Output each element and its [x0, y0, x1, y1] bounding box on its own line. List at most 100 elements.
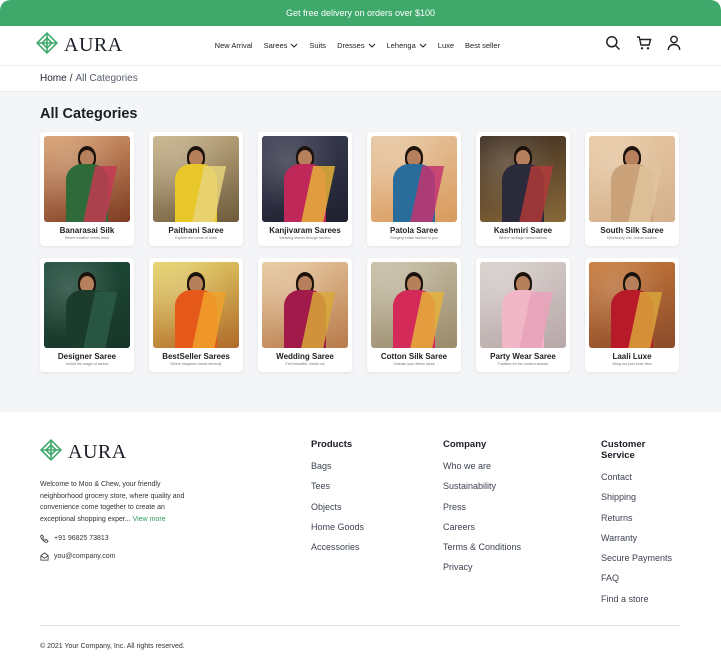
- footer-link[interactable]: Find a store: [601, 593, 681, 613]
- category-card[interactable]: Cotton Silk Saree Unleash your ethnic all…: [367, 258, 461, 372]
- nav-label: Suits: [309, 41, 327, 50]
- email-text: you@company.com: [54, 553, 116, 560]
- category-image: [589, 262, 675, 348]
- category-name: Paithani Saree: [168, 226, 224, 235]
- category-name: Laali Luxe: [612, 352, 652, 361]
- footer-brand-logo[interactable]: AURA: [39, 438, 190, 466]
- breadcrumb-separator: /: [69, 73, 73, 84]
- logo-icon: [39, 438, 63, 466]
- footer-link[interactable]: Secure Payments: [601, 552, 681, 572]
- category-tagline: Bring out your inner diva: [612, 362, 652, 366]
- nav-item-suits[interactable]: Suits: [309, 41, 326, 50]
- category-name: Cotton Silk Saree: [380, 352, 448, 361]
- category-card[interactable]: Designer Saree Unfold the magic of sarees: [40, 258, 134, 372]
- nav-item-sarees[interactable]: Sarees: [264, 41, 299, 50]
- nav-item-best-seller[interactable]: Best seller: [465, 41, 500, 50]
- nav-label: Sarees: [263, 41, 288, 50]
- footer-link[interactable]: Who we are: [443, 460, 521, 480]
- category-tagline: Explore the colors of India: [175, 236, 217, 240]
- category-name: Wedding Saree: [276, 352, 334, 361]
- cart-icon[interactable]: [636, 35, 652, 56]
- category-image: [480, 136, 566, 222]
- view-more-link[interactable]: View more: [133, 516, 166, 523]
- brand-logo[interactable]: AURA: [35, 31, 123, 59]
- category-card[interactable]: Kanjivaram Sarees Weaving stories through…: [258, 132, 352, 246]
- footer-link[interactable]: Terms & Conditions: [443, 541, 521, 561]
- footer-link[interactable]: Privacy: [443, 561, 521, 581]
- footer-heading-service: Customer Service: [601, 439, 646, 461]
- promo-text: Get free delivery on orders over $100: [285, 8, 436, 18]
- nav-item-lehenga[interactable]: Lehenga: [387, 41, 427, 50]
- category-image: [153, 262, 239, 348]
- nav-label: Best seller: [465, 41, 501, 50]
- footer-email[interactable]: you@company.com: [40, 552, 190, 561]
- nav-label: Luxe: [437, 41, 455, 50]
- footer-divider: [40, 625, 681, 626]
- nav-label: Lehenga: [386, 41, 416, 50]
- category-tagline: Where heritage meets fashion: [499, 236, 547, 240]
- footer-link[interactable]: Home Goods: [311, 521, 364, 541]
- footer-service: Customer Service Contact Shipping Returns W…: [601, 439, 681, 613]
- footer: AURA Welcome to Moo & Chew, your friendl…: [0, 412, 721, 650]
- category-card[interactable]: Laali Luxe Bring out your inner diva: [585, 258, 679, 372]
- nav-label: New Arrival: [214, 41, 253, 50]
- footer-link[interactable]: Press: [443, 501, 521, 521]
- phone-text: +91 96825 73813: [54, 535, 109, 542]
- category-card[interactable]: Patola Saree Bringing Indian fashion to y…: [367, 132, 461, 246]
- category-name: Kashmiri Saree: [493, 226, 553, 235]
- logo-icon: [35, 31, 59, 59]
- category-card[interactable]: Paithani Saree Explore the colors of Indi…: [149, 132, 243, 246]
- category-card[interactable]: Kashmiri Saree Where heritage meets fashi…: [476, 132, 570, 246]
- chevron-down-icon: [368, 43, 375, 48]
- category-tagline: Where elegance meets ethnicity: [170, 362, 222, 366]
- category-card[interactable]: South Silk Saree Effortlessly chic, India…: [585, 132, 679, 246]
- category-name: South Silk Saree: [600, 226, 664, 235]
- category-name: Patola Saree: [389, 226, 439, 235]
- user-icon[interactable]: [667, 35, 681, 56]
- category-card[interactable]: Wedding Saree Feel beautiful, inside out: [258, 258, 352, 372]
- category-grid: Banarasai Silk Where tradition meets tren…: [40, 132, 681, 372]
- category-name: Designer Saree: [57, 352, 117, 361]
- footer-about: AURA Welcome to Moo & Chew, your friendl…: [39, 438, 190, 561]
- main-menu: New Arrival Sarees Suits Dresses Lehenga…: [215, 41, 500, 50]
- search-icon[interactable]: [605, 35, 621, 56]
- footer-link[interactable]: Shipping: [601, 491, 681, 511]
- category-tagline: Bringing Indian fashion to you: [390, 236, 438, 240]
- page-title: All Categories: [40, 106, 138, 122]
- nav-icons: [605, 35, 681, 56]
- footer-about-text: Welcome to Moo & Chew, your friendly nei…: [40, 479, 190, 525]
- category-card[interactable]: Banarasai Silk Where tradition meets tren…: [40, 132, 134, 246]
- promo-banner: Get free delivery on orders over $100: [0, 0, 721, 26]
- footer-link[interactable]: Objects: [311, 501, 364, 521]
- footer-link[interactable]: Warranty: [601, 532, 681, 552]
- footer-phone[interactable]: +91 96825 73813: [40, 534, 190, 543]
- nav-item-dresses[interactable]: Dresses: [337, 41, 376, 50]
- nav-item-new-arrival[interactable]: New Arrival: [215, 41, 253, 50]
- breadcrumb-home[interactable]: Home: [40, 73, 67, 84]
- nav-item-luxe[interactable]: Luxe: [438, 41, 454, 50]
- brand-name: AURA: [64, 34, 123, 56]
- category-image: [480, 262, 566, 348]
- footer-heading-products: Products: [311, 439, 353, 450]
- category-tagline: Tradition for the modern woman: [497, 362, 549, 366]
- footer-link[interactable]: Contact: [601, 471, 681, 491]
- category-tagline: Where tradition meets trend: [64, 236, 110, 240]
- footer-heading-company: Company: [443, 439, 487, 450]
- footer-link[interactable]: Careers: [443, 521, 521, 541]
- footer-link[interactable]: Returns: [601, 512, 681, 532]
- category-tagline: Unleash your ethnic allure: [393, 362, 435, 366]
- category-card[interactable]: BestSeller Sarees Where elegance meets et…: [149, 258, 243, 372]
- category-card[interactable]: Party Wear Saree Tradition for the modern…: [476, 258, 570, 372]
- footer-link[interactable]: Sustainability: [443, 480, 521, 500]
- footer-link[interactable]: Accessories: [311, 541, 364, 561]
- footer-link[interactable]: Bags: [311, 460, 364, 480]
- category-image: [589, 136, 675, 222]
- category-name: BestSeller Sarees: [162, 352, 230, 361]
- footer-grid: AURA Welcome to Moo & Chew, your friendl…: [39, 438, 681, 617]
- footer-link[interactable]: Tees: [311, 480, 364, 500]
- category-image: [262, 136, 348, 222]
- category-image: [44, 136, 130, 222]
- footer-link[interactable]: FAQ: [601, 572, 681, 592]
- categories-section: All Categories Banarasai Silk Where tradi…: [0, 92, 721, 412]
- footer-brand-name: AURA: [68, 441, 127, 463]
